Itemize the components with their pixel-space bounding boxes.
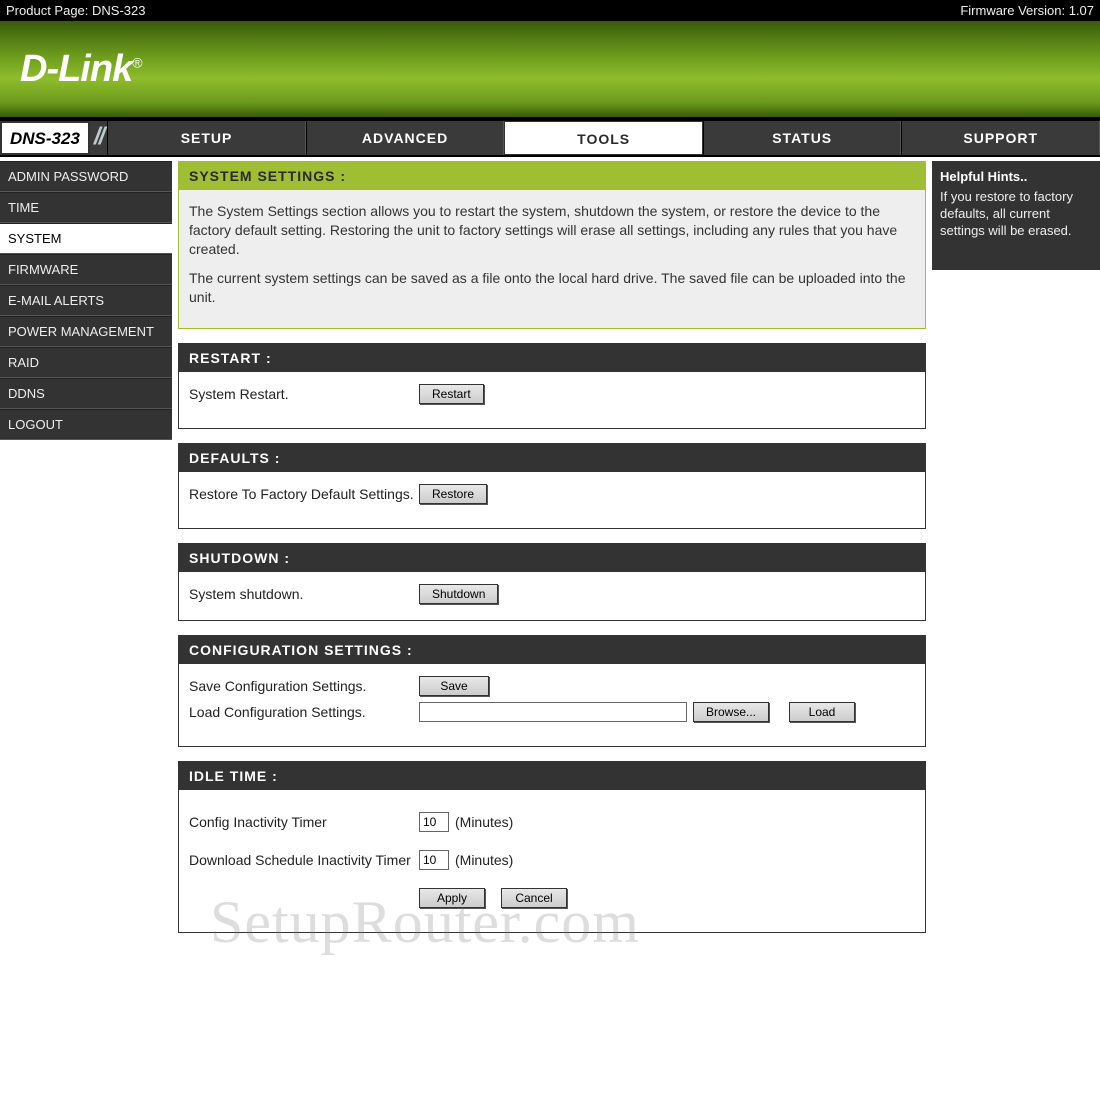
defaults-section: DEFAULTS : Restore To Factory Default Se…	[178, 443, 926, 529]
cancel-button[interactable]: Cancel	[501, 888, 567, 908]
product-page-label: Product Page: DNS-323	[6, 3, 145, 18]
sidebar-item-e-mail-alerts[interactable]: E-MAIL ALERTS	[0, 285, 172, 316]
shutdown-section: SHUTDOWN : System shutdown. Shutdown	[178, 543, 926, 621]
shutdown-button[interactable]: Shutdown	[419, 584, 498, 604]
intro-box: SYSTEM SETTINGS : The System Settings se…	[178, 161, 926, 329]
helpful-hints: Helpful Hints.. If you restore to factor…	[932, 161, 1100, 270]
nav-tab-tools[interactable]: TOOLS	[504, 121, 703, 155]
config-timer-label: Config Inactivity Timer	[189, 814, 419, 830]
nav-tab-status[interactable]: STATUS	[703, 121, 902, 155]
model-badge: DNS-323	[0, 121, 90, 155]
intro-title: SYSTEM SETTINGS :	[179, 162, 925, 190]
sidebar-item-power-management[interactable]: POWER MANAGEMENT	[0, 316, 172, 347]
sidebar-item-ddns[interactable]: DDNS	[0, 378, 172, 409]
restart-label: System Restart.	[189, 386, 419, 402]
sidebar-item-system[interactable]: SYSTEM	[0, 223, 172, 254]
registered-mark: ®	[132, 54, 141, 70]
nav-tab-setup[interactable]: SETUP	[107, 121, 306, 155]
sidebar-item-firmware[interactable]: FIRMWARE	[0, 254, 172, 285]
primary-nav: DNS-323 // SETUPADVANCEDTOOLSSTATUSSUPPO…	[0, 121, 1100, 157]
load-config-label: Load Configuration Settings.	[189, 704, 419, 720]
sidebar-item-logout[interactable]: LOGOUT	[0, 409, 172, 440]
config-timer-unit: (Minutes)	[455, 814, 513, 830]
config-file-input[interactable]	[419, 702, 687, 722]
defaults-label: Restore To Factory Default Settings.	[189, 486, 419, 502]
hints-title: Helpful Hints..	[940, 169, 1092, 186]
sidebar: ADMIN PASSWORDTIMESYSTEMFIRMWAREE-MAIL A…	[0, 161, 172, 440]
nav-tab-advanced[interactable]: ADVANCED	[306, 121, 505, 155]
nav-tab-support[interactable]: SUPPORT	[901, 121, 1100, 155]
logo-text: D-Link	[20, 48, 132, 90]
sidebar-item-admin-password[interactable]: ADMIN PASSWORD	[0, 161, 172, 192]
idle-time-section: IDLE TIME : Config Inactivity Timer (Min…	[178, 761, 926, 933]
hints-text: If you restore to factory defaults, all …	[940, 189, 1092, 240]
brand-banner: D-Link®	[0, 21, 1100, 121]
sidebar-item-time[interactable]: TIME	[0, 192, 172, 223]
shutdown-label: System shutdown.	[189, 586, 419, 602]
schedule-timer-input[interactable]	[419, 850, 449, 870]
load-button[interactable]: Load	[789, 702, 855, 722]
shutdown-heading: SHUTDOWN :	[179, 544, 925, 572]
defaults-heading: DEFAULTS :	[179, 444, 925, 472]
top-bar: Product Page: DNS-323 Firmware Version: …	[0, 0, 1100, 21]
intro-paragraph-2: The current system settings can be saved…	[189, 269, 915, 307]
config-timer-input[interactable]	[419, 812, 449, 832]
restart-section: RESTART : System Restart. Restart	[178, 343, 926, 429]
restart-button[interactable]: Restart	[419, 384, 484, 404]
slash-decoration: //	[94, 121, 107, 155]
restart-heading: RESTART :	[179, 344, 925, 372]
config-heading: CONFIGURATION SETTINGS :	[179, 636, 925, 664]
restore-button[interactable]: Restore	[419, 484, 487, 504]
browse-button[interactable]: Browse...	[693, 702, 769, 722]
save-config-label: Save Configuration Settings.	[189, 678, 419, 694]
firmware-version-label: Firmware Version: 1.07	[960, 3, 1094, 18]
nav-tabs: SETUPADVANCEDTOOLSSTATUSSUPPORT	[107, 121, 1100, 155]
schedule-timer-unit: (Minutes)	[455, 852, 513, 868]
apply-button[interactable]: Apply	[419, 888, 485, 908]
schedule-timer-label: Download Schedule Inactivity Timer	[189, 852, 419, 868]
idle-heading: IDLE TIME :	[179, 762, 925, 790]
intro-body: The System Settings section allows you t…	[179, 190, 925, 328]
save-button[interactable]: Save	[419, 676, 489, 696]
main-panel: SYSTEM SETTINGS : The System Settings se…	[178, 161, 926, 933]
brand-logo: D-Link®	[20, 48, 142, 91]
config-section: CONFIGURATION SETTINGS : Save Configurat…	[178, 635, 926, 747]
sidebar-item-raid[interactable]: RAID	[0, 347, 172, 378]
intro-paragraph-1: The System Settings section allows you t…	[189, 202, 915, 259]
